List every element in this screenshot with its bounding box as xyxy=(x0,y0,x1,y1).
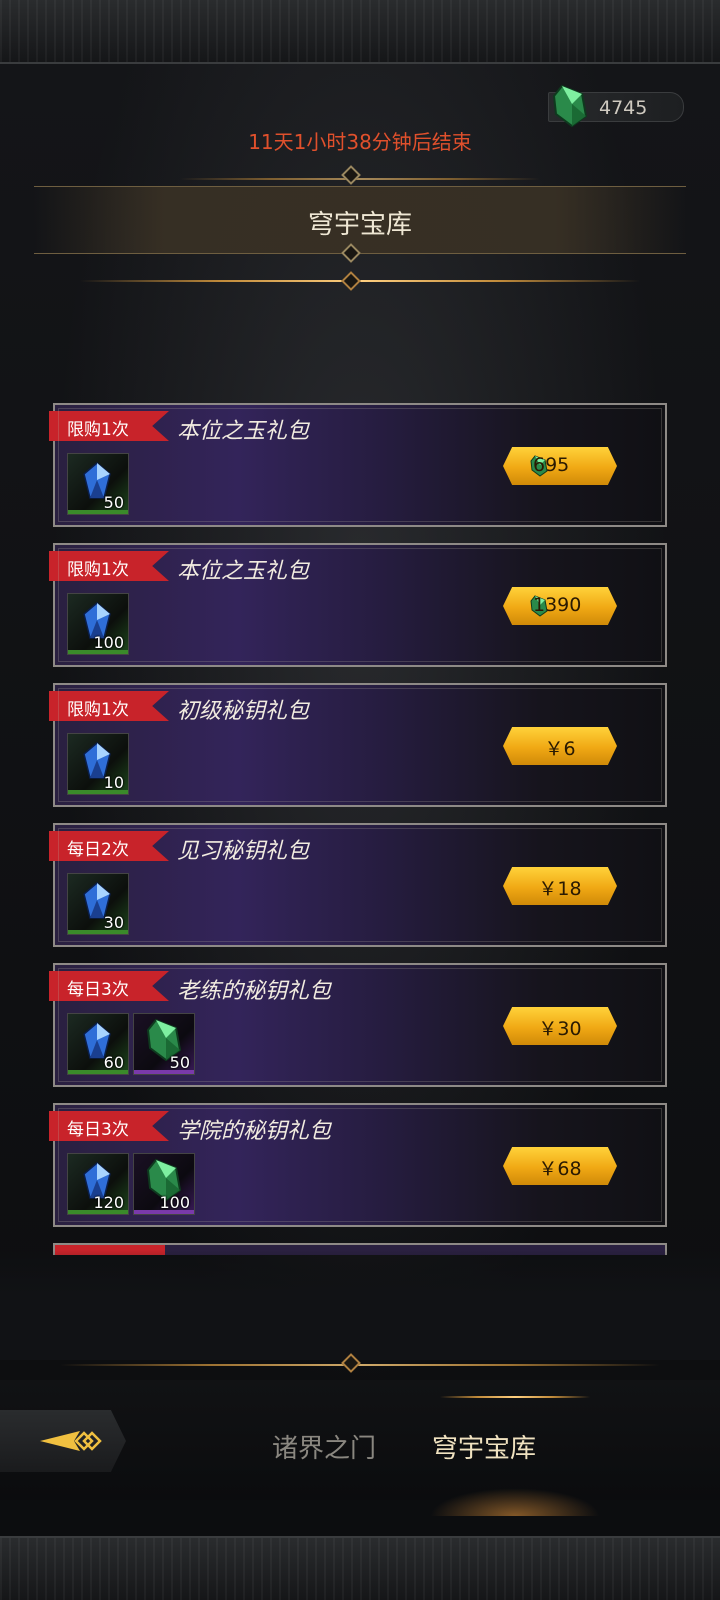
limit-ribbon: 限购1次 xyxy=(49,691,169,721)
title-banner: 穹宇宝库 xyxy=(34,186,686,254)
top-frame xyxy=(0,0,720,64)
buy-button[interactable]: 695 xyxy=(503,447,617,485)
price-label: 1390 xyxy=(533,594,582,616)
pack-title: 老练的秘钥礼包 xyxy=(177,979,332,1004)
tabbar-glow-line xyxy=(60,1364,660,1366)
limit-label: 限购1次 xyxy=(67,560,129,580)
pack-card: 限购1次 初级秘钥礼包 10 ￥6 xyxy=(49,683,667,807)
item-quantity: 100 xyxy=(93,633,124,652)
limit-label: 每日3次 xyxy=(67,1120,129,1140)
arrow-left-icon xyxy=(40,1431,102,1451)
reward-item[interactable]: 50 xyxy=(133,1013,195,1075)
limit-ribbon: 限购1次 xyxy=(49,411,169,441)
limit-ribbon: 每日3次 xyxy=(49,1111,169,1141)
reward-item[interactable]: 120 xyxy=(67,1153,129,1215)
reward-item[interactable]: 100 xyxy=(133,1153,195,1215)
pack-title: 本位之玉礼包 xyxy=(177,559,310,584)
buy-button[interactable]: 1390 xyxy=(503,587,617,625)
pack-card: 每日3次 老练的秘钥礼包 60 50 ￥30 xyxy=(49,963,667,1087)
pack-card: 每日2次 见习秘钥礼包 30 ￥18 xyxy=(49,823,667,947)
price-label: ￥68 xyxy=(538,1158,582,1180)
currency-amount: 4745 xyxy=(599,97,648,119)
tab-treasury[interactable]: 穹宇宝库 xyxy=(432,1428,536,1465)
active-tab-glow xyxy=(430,1488,600,1516)
bottom-frame xyxy=(0,1536,720,1600)
event-countdown: 11天1小时38分钟后结束 xyxy=(248,130,472,154)
item-quantity: 10 xyxy=(103,773,124,792)
item-quantity: 50 xyxy=(169,1053,190,1072)
pack-card: 限购1次 本位之玉礼包 100 1390 xyxy=(49,543,667,667)
item-quantity: 30 xyxy=(103,913,124,932)
item-quantity: 100 xyxy=(159,1193,190,1212)
limit-label: 限购1次 xyxy=(67,420,129,440)
limit-label: 每日3次 xyxy=(67,980,129,1000)
buy-button[interactable]: ￥68 xyxy=(503,1147,617,1185)
title-top-line xyxy=(180,178,540,180)
reward-item[interactable]: 10 xyxy=(67,733,129,795)
list-fade xyxy=(0,1250,720,1360)
limit-ribbon: 每日3次 xyxy=(49,971,169,1001)
limit-ribbon: 限购1次 xyxy=(49,551,169,581)
price-label: ￥30 xyxy=(538,1018,582,1040)
pack-title: 见习秘钥礼包 xyxy=(177,839,310,864)
reward-item[interactable]: 100 xyxy=(67,593,129,655)
price-label: ￥18 xyxy=(538,878,582,900)
pack-card: 限购1次 本位之玉礼包 50 695 xyxy=(49,403,667,527)
buy-button[interactable]: ￥30 xyxy=(503,1007,617,1045)
pack-title: 学院的秘钥礼包 xyxy=(177,1119,332,1144)
reward-item[interactable]: 30 xyxy=(67,873,129,935)
limit-label: 限购1次 xyxy=(67,700,129,720)
item-quantity: 50 xyxy=(103,493,124,512)
price-label: 695 xyxy=(533,454,570,476)
back-button[interactable] xyxy=(0,1410,126,1472)
tab-realm-gate[interactable]: 诸界之门 xyxy=(272,1428,376,1465)
limit-ribbon: 每日2次 xyxy=(49,831,169,861)
pack-card: 每日3次 学院的秘钥礼包 120 100 ￥68 xyxy=(49,1103,667,1227)
item-quantity: 60 xyxy=(103,1053,124,1072)
pack-title: 初级秘钥礼包 xyxy=(177,699,310,724)
buy-button[interactable]: ￥18 xyxy=(503,867,617,905)
reward-item[interactable]: 60 xyxy=(67,1013,129,1075)
reward-item[interactable]: 50 xyxy=(67,453,129,515)
active-tab-indicator xyxy=(440,1396,590,1398)
limit-label: 每日2次 xyxy=(67,840,129,860)
page-title: 穹宇宝库 xyxy=(307,210,412,240)
price-label: ￥6 xyxy=(544,738,576,760)
item-quantity: 120 xyxy=(93,1193,124,1212)
pack-title: 本位之玉礼包 xyxy=(177,419,310,444)
green-gem-icon xyxy=(552,84,588,128)
buy-button[interactable]: ￥6 xyxy=(503,727,617,765)
